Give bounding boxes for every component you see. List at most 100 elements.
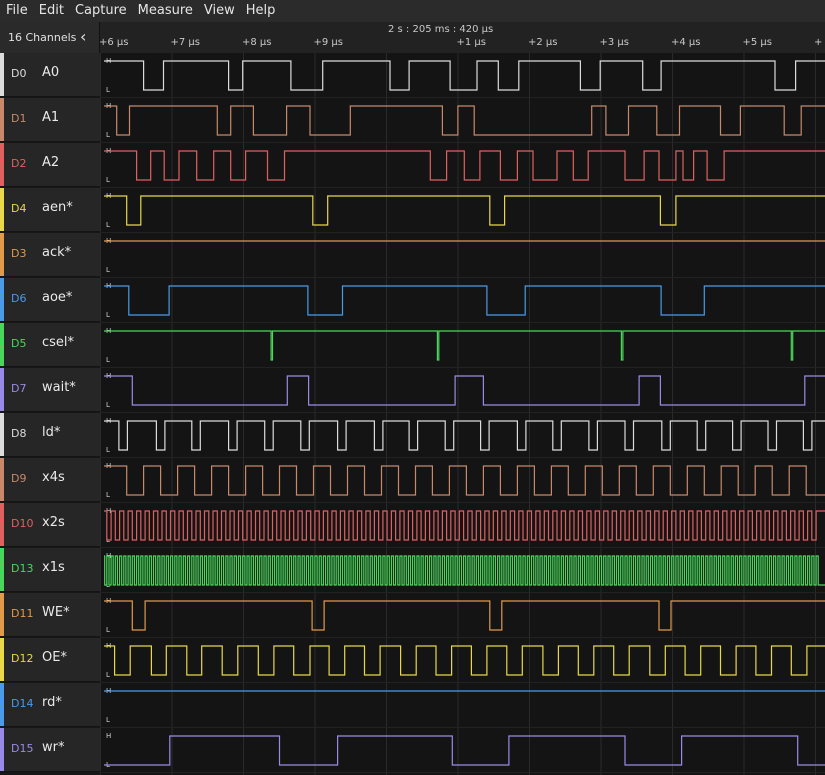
waveform-trace <box>104 600 825 631</box>
channel-row-d7[interactable]: D7 wait* <box>0 368 100 412</box>
channel-id: D10 <box>11 517 34 530</box>
channel-id: D9 <box>11 472 27 485</box>
channel-id: D15 <box>11 742 34 755</box>
waveform-lane-d15[interactable]: HL <box>100 728 825 773</box>
waveform-lane-d8[interactable]: HL <box>100 413 825 458</box>
waveform-trace <box>104 60 825 91</box>
channel-row-d9[interactable]: D9 x4s <box>0 458 100 502</box>
channel-id: D6 <box>11 292 27 305</box>
time-tick-label: +6 µs <box>99 37 129 48</box>
channel-color-bar <box>0 53 4 96</box>
waveform-lane-d2[interactable]: HL <box>100 143 825 188</box>
channel-name: A2 <box>42 155 60 170</box>
channel-count: 16 Channels <box>8 31 77 44</box>
time-tick-label: +5 µs <box>742 37 773 48</box>
channel-row-d3[interactable]: D3 ack* <box>0 233 100 277</box>
channel-row-d4[interactable]: D4 aen* <box>0 188 100 232</box>
waveform-trace <box>104 465 825 496</box>
channel-color-bar <box>0 638 4 681</box>
time-tick-label: +8 µs <box>242 37 272 48</box>
waveform-lane-d1[interactable]: HL <box>100 98 825 143</box>
channel-row-d14[interactable]: D14 rd* <box>0 683 100 727</box>
channel-color-bar <box>0 233 4 276</box>
waveform-lane-d0[interactable]: HL <box>100 53 825 98</box>
channel-id: D3 <box>11 247 27 260</box>
channel-color-bar <box>0 278 4 321</box>
waveform-trace <box>104 105 825 136</box>
channel-id: D13 <box>11 562 34 575</box>
waveform-trace <box>104 285 825 316</box>
waveform-lane-d5[interactable]: HL <box>100 323 825 368</box>
channel-color-bar <box>0 683 4 726</box>
channel-row-d5[interactable]: D5 csel* <box>0 323 100 367</box>
channel-row-d1[interactable]: D1 A1 <box>0 98 100 142</box>
channel-row-d15[interactable]: D15 wr* <box>0 728 100 772</box>
channel-list: D0 A0 D1 A1 D2 A2 D4 aen* D3 ack* D6 aoe* D5 csel* D7 w… <box>0 53 100 775</box>
waveform-lane-d4[interactable]: HL <box>100 188 825 233</box>
waveform-lane-d12[interactable]: HL <box>100 638 825 683</box>
channel-row-d12[interactable]: D12 OE* <box>0 638 100 682</box>
channel-color-bar <box>0 728 4 771</box>
time-tick-label: +1 µs <box>456 37 487 48</box>
channel-color-bar <box>0 323 4 366</box>
channel-id: D2 <box>11 157 27 170</box>
menu-measure[interactable]: Measure <box>132 0 198 22</box>
channel-id: D11 <box>11 607 34 620</box>
channel-row-d2[interactable]: D2 A2 <box>0 143 100 187</box>
menu-view[interactable]: View <box>198 0 240 22</box>
waveform-trace <box>104 150 825 181</box>
channel-row-d0[interactable]: D0 A0 <box>0 53 100 97</box>
channel-row-d11[interactable]: D11 WE* <box>0 593 100 637</box>
waveform-lane-d10[interactable]: HL <box>100 503 825 548</box>
waveform-lane-d9[interactable]: HL <box>100 458 825 503</box>
channel-row-d8[interactable]: D8 ld* <box>0 413 100 457</box>
waveform-trace <box>104 420 825 451</box>
waveform-lane-d11[interactable]: HL <box>100 593 825 638</box>
waveform-trace <box>104 510 825 541</box>
menu-help[interactable]: Help <box>240 0 281 22</box>
channel-row-d6[interactable]: D6 aoe* <box>0 278 100 322</box>
waveform-lane-d6[interactable]: HL <box>100 278 825 323</box>
collapse-sidebar-icon[interactable]: ‹ <box>80 27 86 46</box>
waveform-lane-d3[interactable]: HL <box>100 233 825 278</box>
channel-color-bar <box>0 458 4 501</box>
channel-color-bar <box>0 143 4 186</box>
menu-file[interactable]: File <box>0 0 33 22</box>
channel-name: aoe* <box>42 290 73 305</box>
channel-name: OE* <box>42 650 67 665</box>
channel-id: D1 <box>11 112 27 125</box>
channel-id: D4 <box>11 202 27 215</box>
waveform-lane-d13[interactable]: HL <box>100 548 825 593</box>
time-tick-label: + <box>814 37 823 48</box>
channel-id: D5 <box>11 337 27 350</box>
waveform-area[interactable]: HLHLHLHLHLHLHLHLHLHLHLHLHLHLHLHL <box>100 53 825 775</box>
channel-name: csel* <box>42 335 75 350</box>
time-reference: 2 s : 205 ms : 420 µs <box>388 24 494 35</box>
channel-name: wait* <box>42 380 76 395</box>
time-tick-label: +2 µs <box>528 37 558 48</box>
channels-header: 16 Channels ‹ <box>0 22 100 53</box>
channel-name: x1s <box>42 560 65 575</box>
time-tick-label: +3 µs <box>599 37 630 48</box>
channel-color-bar <box>0 98 4 141</box>
channel-row-d13[interactable]: D13 x1s <box>0 548 100 592</box>
menu-edit[interactable]: Edit <box>33 0 69 22</box>
channel-color-bar <box>0 503 4 546</box>
channel-color-bar <box>0 188 4 231</box>
waveform-lane-d14[interactable]: HL <box>100 683 825 728</box>
channel-name: rd* <box>42 695 62 710</box>
timeline-header: 16 Channels ‹ 2 s : 205 ms : 420 µs +6 µ… <box>0 22 825 53</box>
time-tick-label: +4 µs <box>671 37 701 48</box>
time-tick-label: +9 µs <box>313 37 344 48</box>
waveform-trace <box>104 645 825 676</box>
waveform-trace <box>104 375 825 406</box>
channel-id: D14 <box>11 697 34 710</box>
menu-capture[interactable]: Capture <box>69 0 132 22</box>
channel-name: A0 <box>42 65 60 80</box>
channel-name: aen* <box>42 200 73 215</box>
waveform-lane-d7[interactable]: HL <box>100 368 825 413</box>
waveform-trace <box>104 330 825 361</box>
channel-name: x4s <box>42 470 65 485</box>
channel-row-d10[interactable]: D10 x2s <box>0 503 100 547</box>
channel-id: D7 <box>11 382 27 395</box>
